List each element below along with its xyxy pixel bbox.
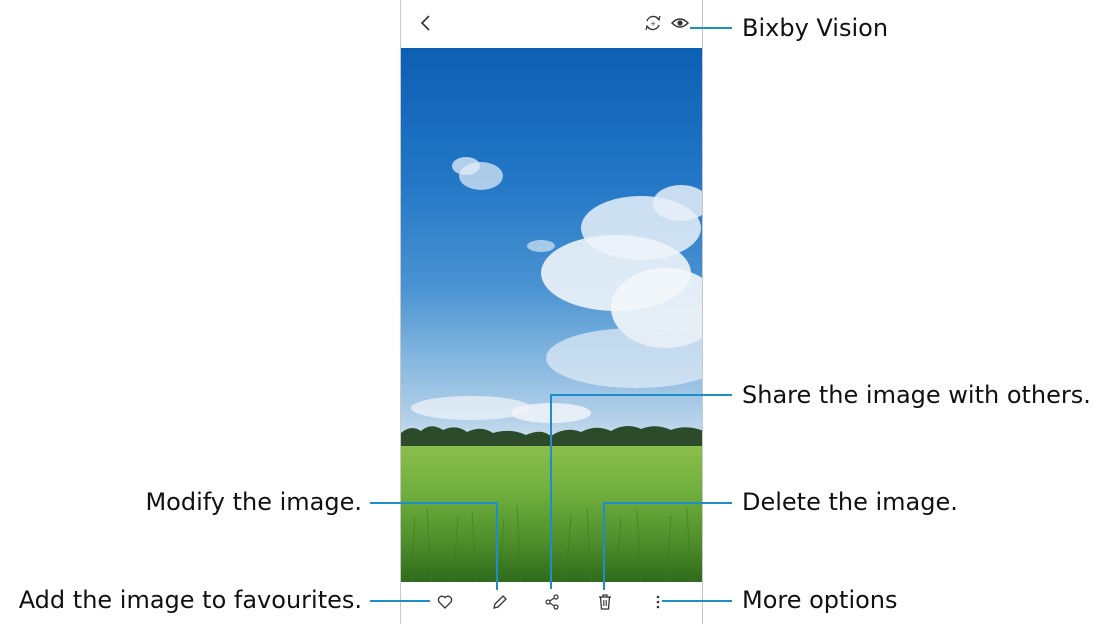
callout-more-options: More options bbox=[742, 586, 898, 614]
callout-line-favourites bbox=[370, 600, 430, 602]
callout-modify: Modify the image. bbox=[145, 488, 362, 516]
callout-share: Share the image with others. bbox=[742, 381, 1091, 409]
callout-delete: Delete the image. bbox=[742, 488, 958, 516]
callout-favourites: Add the image to favourites. bbox=[18, 586, 362, 614]
top-toolbar: + bbox=[401, 0, 702, 48]
heart-icon[interactable] bbox=[437, 594, 453, 610]
eye-icon[interactable] bbox=[670, 13, 690, 33]
callout-line-share-horizontal bbox=[551, 394, 732, 396]
callout-line-bixby-vision bbox=[690, 27, 732, 29]
callout-line-delete-horizontal bbox=[604, 502, 732, 504]
share-icon[interactable] bbox=[544, 593, 560, 611]
callout-bixby-vision: Bixby Vision bbox=[742, 14, 889, 42]
trash-icon[interactable] bbox=[597, 593, 613, 611]
svg-text:+: + bbox=[650, 20, 656, 28]
callout-line-more-options bbox=[662, 600, 732, 602]
callout-line-delete-vertical bbox=[603, 502, 605, 590]
remaster-icon[interactable]: + bbox=[643, 13, 663, 33]
more-vertical-icon[interactable] bbox=[654, 593, 662, 611]
callout-line-share-vertical bbox=[550, 394, 552, 589]
pencil-icon[interactable] bbox=[491, 593, 509, 611]
back-arrow-icon[interactable] bbox=[419, 14, 433, 32]
callout-line-modify-horizontal bbox=[370, 502, 497, 504]
callout-line-modify-vertical bbox=[496, 502, 498, 590]
